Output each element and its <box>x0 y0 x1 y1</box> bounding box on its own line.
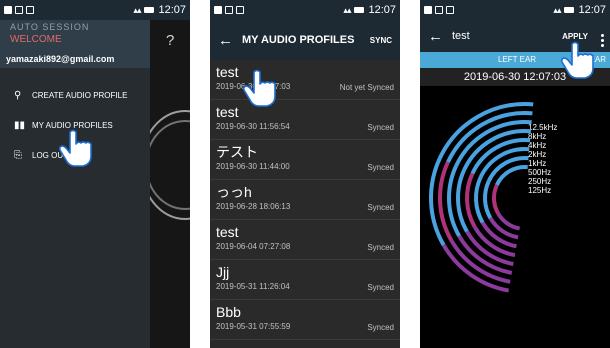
welcome-text: WELCOME <box>10 34 62 45</box>
more-options-icon[interactable] <box>601 34 604 49</box>
profile-name: Bbb <box>216 304 241 320</box>
hearing-arc <box>465 172 477 228</box>
band-label: 1kHz <box>528 159 546 168</box>
navigation-drawer: AUTO SESSION WELCOME yamazaki892@gmail.c… <box>0 20 150 348</box>
battery-icon <box>354 7 365 13</box>
hearing-arc <box>474 176 485 224</box>
band-label: 8kHz <box>528 132 546 141</box>
notification-icon <box>435 6 443 14</box>
signal-icon: ▴▴ <box>133 4 141 15</box>
app-brand: AUTO SESSION <box>10 22 90 32</box>
battery-icon <box>564 7 575 13</box>
back-arrow-icon[interactable]: ← <box>218 32 238 49</box>
status-bar: ▴▴ 12:07 <box>0 0 190 20</box>
profile-name: っっh <box>216 184 252 200</box>
profile-detail-screen: ▴▴ 12:07 ← test APPLY LEFT EAR EAR 2019-… <box>420 0 610 348</box>
profile-row[interactable]: test 2019-06-04 07:27:08 Synced <box>210 220 400 260</box>
profiles-screen: ▴▴ 12:07 ← MY AUDIO PROFILES SYNC test 2… <box>210 0 400 348</box>
hand-pointer-icon <box>58 129 92 167</box>
notification-icon <box>446 6 454 14</box>
profile-row[interactable]: test 2019-06-30 12:07:03 Not yet Synced <box>210 60 400 100</box>
help-icon[interactable]: ? <box>166 32 174 49</box>
sync-button[interactable]: SYNC <box>370 36 392 45</box>
signal-icon: ▴▴ <box>553 4 561 15</box>
user-email: yamazaki892@gmail.com <box>6 54 115 64</box>
hearing-chart: 12.5kHz8kHz4kHz2kHz1kHz500Hz250Hz125Hz <box>429 102 557 293</box>
sync-status: Synced <box>367 243 394 252</box>
drawer-screen: ▴▴ 12:07 ? AUTO SESSION WELCOME yamazaki… <box>0 0 190 348</box>
notification-icon <box>26 6 34 14</box>
sync-status: Synced <box>367 163 394 172</box>
band-label: 500Hz <box>528 168 551 177</box>
notification-icon <box>4 6 12 14</box>
notification-icon <box>214 6 222 14</box>
audio-profile-icon: ⚲ <box>14 89 22 101</box>
signal-icon: ▴▴ <box>343 4 351 15</box>
menu-item-create-profile[interactable]: ⚲ CREATE AUDIO PROFILE <box>0 82 150 108</box>
notification-icon <box>236 6 244 14</box>
notification-icon <box>225 6 233 14</box>
menu-item-label: CREATE AUDIO PROFILE <box>32 90 128 100</box>
status-bar: ▴▴ 12:07 <box>210 0 400 20</box>
profile-name: Jjj <box>216 264 230 280</box>
battery-icon <box>144 7 155 13</box>
hearing-arc <box>495 165 528 186</box>
notification-icon <box>424 6 432 14</box>
profile-row[interactable]: Jjj 2019-05-31 11:26:04 Synced <box>210 260 400 300</box>
logout-icon: ⎘ <box>14 149 22 161</box>
sync-status: Synced <box>367 323 394 332</box>
sync-status: Synced <box>367 203 394 212</box>
band-label: 12.5kHz <box>528 123 557 132</box>
profile-row[interactable]: Bbb 2019-05-31 07:55:59 Synced <box>210 300 400 340</box>
hearing-arc <box>465 230 514 266</box>
tab-left-ear[interactable]: LEFT EAR <box>498 55 536 64</box>
notification-icon <box>15 6 23 14</box>
sync-status: Synced <box>367 123 394 132</box>
band-label: 125Hz <box>528 186 551 195</box>
bar-chart-icon: ▮▮ <box>14 119 26 131</box>
status-bar: ▴▴ 12:07 <box>420 0 610 20</box>
hand-pointer-icon <box>560 41 594 79</box>
sync-status: Not yet Synced <box>339 83 394 92</box>
band-label: 2kHz <box>528 150 546 159</box>
hearing-arc <box>496 212 521 231</box>
back-arrow-icon[interactable]: ← <box>428 28 448 45</box>
hand-pointer-icon <box>242 69 276 107</box>
profile-name: テスト <box>216 144 258 160</box>
status-time: 12:07 <box>578 4 606 16</box>
profile-list: test 2019-06-30 12:07:03 Not yet Synced … <box>210 60 400 348</box>
drawer-header: AUTO SESSION WELCOME yamazaki892@gmail.c… <box>0 20 150 68</box>
profile-row[interactable]: っっh 2019-06-28 18:06:13 Synced <box>210 180 400 220</box>
sync-status: Synced <box>367 283 394 292</box>
page-title: test <box>452 30 470 42</box>
hearing-arc <box>483 180 493 219</box>
profile-row[interactable]: テスト 2019-06-30 11:44:00 Synced <box>210 140 400 180</box>
status-time: 12:07 <box>368 4 396 16</box>
status-time: 12:07 <box>158 4 186 16</box>
hearing-arc <box>492 184 500 215</box>
app-toolbar: ← MY AUDIO PROFILES SYNC <box>210 20 400 60</box>
page-title: MY AUDIO PROFILES <box>242 34 355 46</box>
profile-row[interactable]: test 2019-06-30 11:56:54 Synced <box>210 100 400 140</box>
band-label: 250Hz <box>528 177 551 186</box>
profile-name: test <box>216 224 239 240</box>
band-label: 4kHz <box>528 141 546 150</box>
